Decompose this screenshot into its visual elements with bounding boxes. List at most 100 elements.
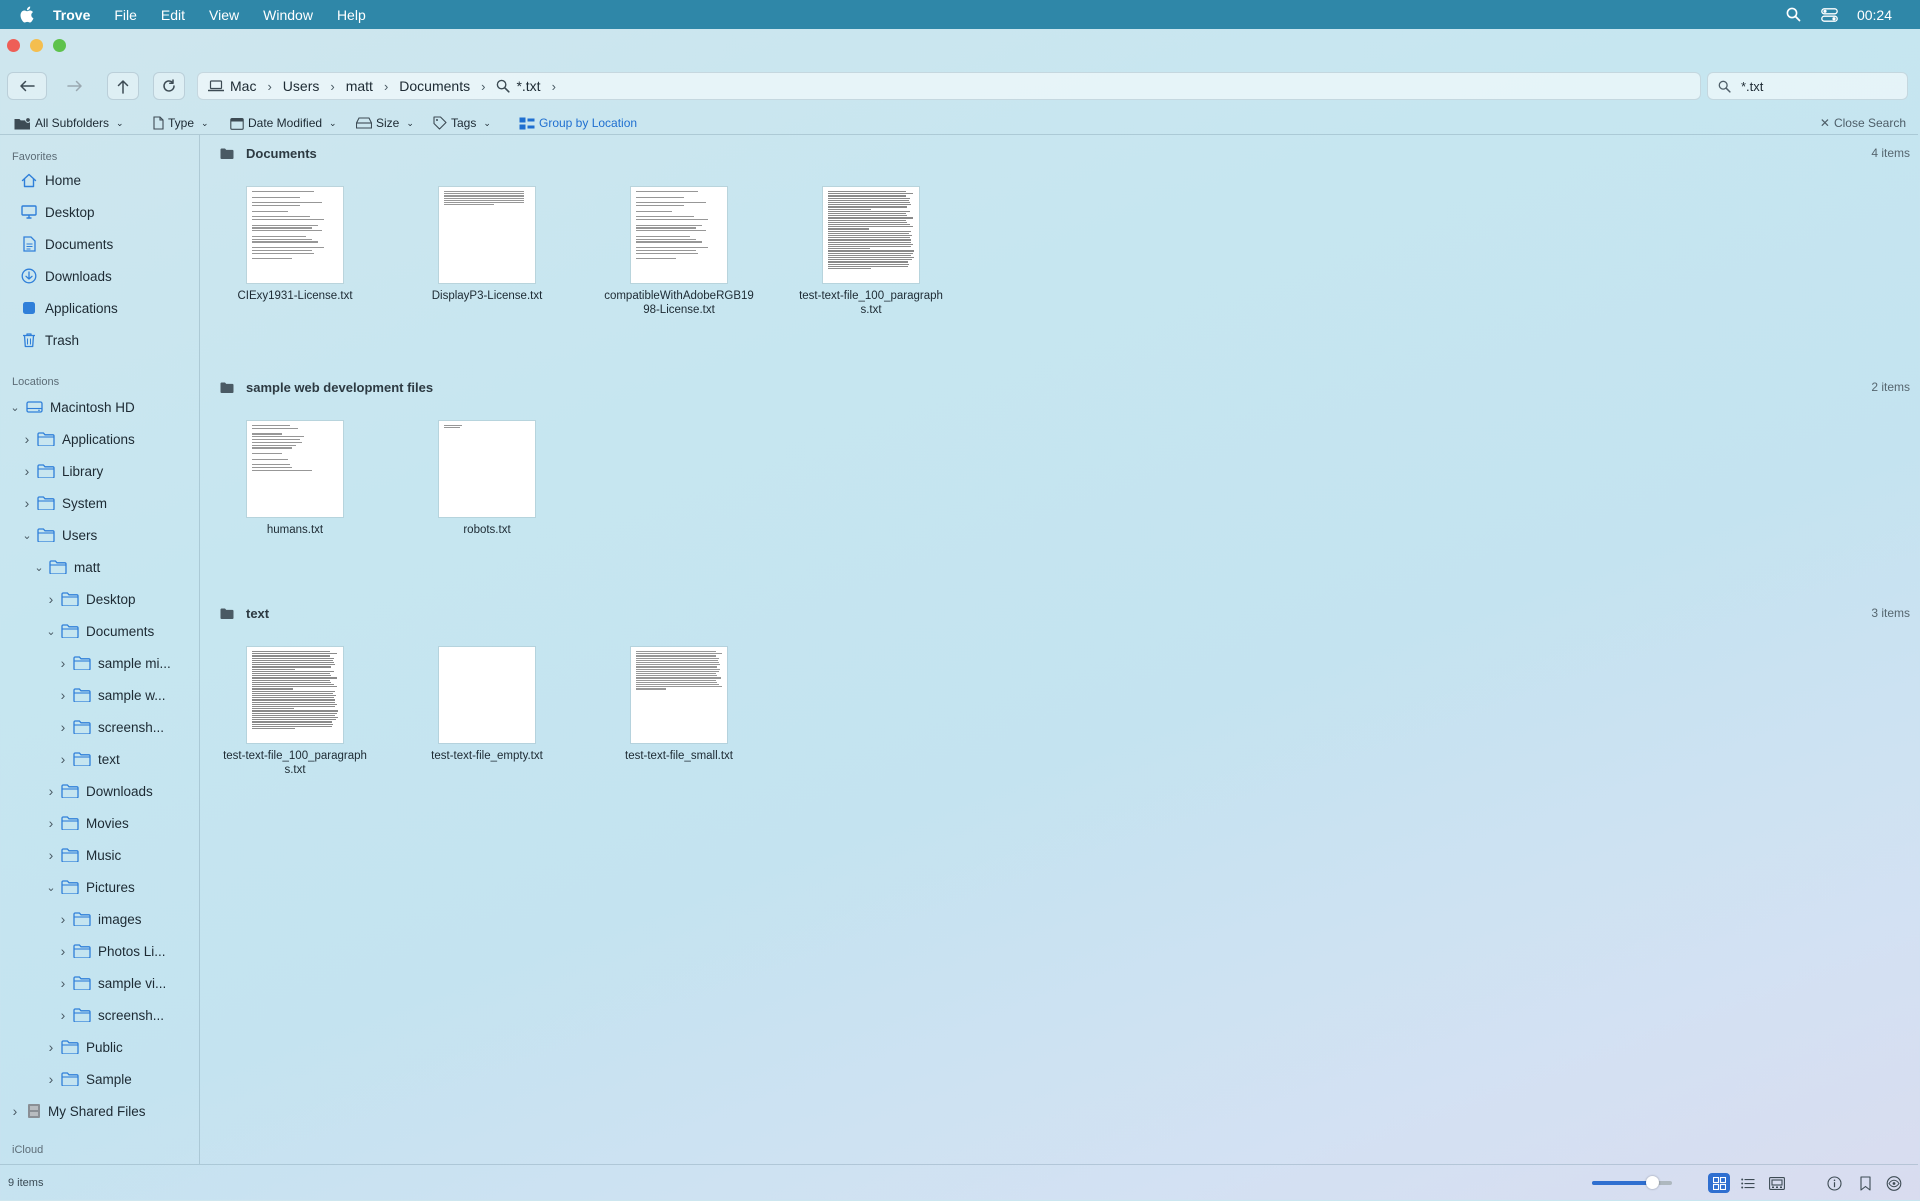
tree-item-public[interactable]: › Public: [0, 1035, 199, 1059]
file-item[interactable]: DisplayP3-License.txt: [412, 187, 562, 303]
chevron-right-icon[interactable]: ›: [58, 655, 68, 671]
file-item[interactable]: test-text-file_empty.txt: [412, 647, 562, 763]
file-item[interactable]: robots.txt: [412, 421, 562, 537]
menu-window[interactable]: Window: [263, 7, 313, 23]
chevron-down-icon[interactable]: ⌄: [22, 529, 32, 542]
path-segment-users[interactable]: Users: [283, 78, 320, 94]
chevron-right-icon[interactable]: ›: [46, 1039, 56, 1055]
refresh-button[interactable]: [153, 72, 185, 100]
chevron-right-icon[interactable]: ›: [22, 495, 32, 511]
date-modified-filter[interactable]: Date Modified ⌄: [230, 116, 337, 130]
file-browser[interactable]: Documents 4 items CIExy1931-License.txt Dis…: [200, 135, 1918, 1164]
tree-item-documents[interactable]: ⌄ Documents: [0, 619, 199, 643]
chevron-right-icon[interactable]: ›: [58, 687, 68, 703]
chevron-right-icon[interactable]: ›: [46, 1071, 56, 1087]
tree-item-screensh[interactable]: › screensh...: [0, 1003, 199, 1027]
chevron-right-icon[interactable]: ›: [22, 431, 32, 447]
file-item[interactable]: CIExy1931-License.txt: [220, 187, 370, 303]
tree-item-music[interactable]: › Music: [0, 843, 199, 867]
chevron-right-icon[interactable]: ›: [46, 783, 56, 799]
tree-item-photos-li[interactable]: › Photos Li...: [0, 939, 199, 963]
sidebar-item-documents[interactable]: Documents: [0, 232, 199, 256]
info-icon[interactable]: [1825, 1174, 1843, 1192]
close-window-button[interactable]: [7, 39, 20, 52]
file-item[interactable]: compatibleWithAdobeRGB1998-License.txt: [604, 187, 754, 317]
chevron-down-icon[interactable]: ⌄: [10, 401, 20, 414]
control-center-icon[interactable]: [1821, 6, 1839, 24]
tree-item-screensh[interactable]: › screensh...: [0, 715, 199, 739]
tree-item-images[interactable]: › images: [0, 907, 199, 931]
tree-item-sample[interactable]: › Sample: [0, 1067, 199, 1091]
gallery-view-button[interactable]: [1766, 1173, 1788, 1193]
chevron-right-icon[interactable]: ›: [58, 943, 68, 959]
tree-item-sample-vi[interactable]: › sample vi...: [0, 971, 199, 995]
chevron-down-icon[interactable]: ⌄: [46, 881, 56, 894]
chevron-right-icon[interactable]: ›: [58, 1007, 68, 1023]
tree-item-desktop[interactable]: › Desktop: [0, 587, 199, 611]
tree-item-sample-mi[interactable]: › sample mi...: [0, 651, 199, 675]
file-item[interactable]: humans.txt: [220, 421, 370, 537]
tree-item-applications[interactable]: › Applications: [0, 427, 199, 451]
sidebar-item-home[interactable]: Home: [0, 168, 199, 192]
menu-edit[interactable]: Edit: [161, 7, 185, 23]
file-item[interactable]: test-text-file_small.txt: [604, 647, 754, 763]
maximize-window-button[interactable]: [53, 39, 66, 52]
file-item[interactable]: test-text-file_100_paragraphs.txt: [220, 647, 370, 777]
menu-view[interactable]: View: [209, 7, 239, 23]
chevron-right-icon[interactable]: ›: [58, 751, 68, 767]
file-item[interactable]: test-text-file_100_paragraphs.txt: [796, 187, 946, 317]
chevron-down-icon[interactable]: ⌄: [46, 625, 56, 638]
tree-item-matt[interactable]: ⌄ matt: [0, 555, 199, 579]
chevron-right-icon[interactable]: ›: [22, 463, 32, 479]
path-segment-documents[interactable]: Documents: [399, 78, 470, 94]
up-folder-button[interactable]: [107, 72, 139, 100]
icon-size-slider[interactable]: [1592, 1176, 1672, 1189]
tree-item-macintosh-hd[interactable]: ⌄ Macintosh HD: [0, 395, 199, 419]
close-search-button[interactable]: ✕ Close Search: [1820, 116, 1906, 130]
tree-item-my-shared-files[interactable]: › My Shared Files: [0, 1099, 199, 1123]
path-segment-mac[interactable]: Mac: [208, 78, 256, 94]
tree-item-text[interactable]: › text: [0, 747, 199, 771]
apple-icon[interactable]: [19, 6, 35, 24]
chevron-down-icon[interactable]: ⌄: [34, 561, 44, 574]
path-segment-matt[interactable]: matt: [346, 78, 373, 94]
tree-item-movies[interactable]: › Movies: [0, 811, 199, 835]
menu-app-name[interactable]: Trove: [53, 7, 90, 23]
back-button[interactable]: [7, 72, 47, 100]
type-filter[interactable]: Type ⌄: [153, 116, 209, 130]
all-subfolders-dropdown[interactable]: All Subfolders ⌄: [14, 116, 124, 130]
search-field[interactable]: [1707, 72, 1908, 100]
forward-button[interactable]: [55, 72, 95, 100]
icon-view-button[interactable]: [1708, 1173, 1730, 1193]
menu-help[interactable]: Help: [337, 7, 366, 23]
spotlight-search-icon[interactable]: [1785, 6, 1803, 24]
sidebar-item-desktop[interactable]: Desktop: [0, 200, 199, 224]
chevron-right-icon[interactable]: ›: [46, 591, 56, 607]
chevron-right-icon[interactable]: ›: [58, 911, 68, 927]
bookmark-icon[interactable]: [1856, 1174, 1874, 1192]
chevron-right-icon[interactable]: ›: [58, 719, 68, 735]
sidebar-item-downloads[interactable]: Downloads: [0, 264, 199, 288]
chevron-right-icon[interactable]: ›: [10, 1103, 20, 1119]
tree-item-library[interactable]: › Library: [0, 459, 199, 483]
group-header[interactable]: Documents 4 items: [220, 143, 1910, 163]
list-view-button[interactable]: [1737, 1173, 1759, 1193]
tree-item-users[interactable]: ⌄ Users: [0, 523, 199, 547]
chevron-right-icon[interactable]: ›: [46, 815, 56, 831]
preview-eye-icon[interactable]: [1885, 1174, 1903, 1192]
chevron-right-icon[interactable]: ›: [46, 847, 56, 863]
chevron-right-icon[interactable]: ›: [58, 975, 68, 991]
path-segment-search[interactable]: *.txt: [496, 78, 541, 94]
tree-item-downloads[interactable]: › Downloads: [0, 779, 199, 803]
group-by-location-toggle[interactable]: Group by Location: [519, 116, 637, 130]
sidebar-item-trash[interactable]: Trash: [0, 328, 199, 352]
menu-file[interactable]: File: [114, 7, 137, 23]
sidebar-item-applications[interactable]: Applications: [0, 296, 199, 320]
search-input[interactable]: [1739, 77, 1903, 95]
tree-item-sample-w[interactable]: › sample w...: [0, 683, 199, 707]
tree-item-pictures[interactable]: ⌄ Pictures: [0, 875, 199, 899]
slider-knob[interactable]: [1646, 1176, 1659, 1189]
tree-item-system[interactable]: › System: [0, 491, 199, 515]
path-bar[interactable]: Mac › Users › matt › Documents › *.txt ›: [197, 72, 1701, 100]
group-header[interactable]: sample web development files 2 items: [220, 377, 1910, 397]
